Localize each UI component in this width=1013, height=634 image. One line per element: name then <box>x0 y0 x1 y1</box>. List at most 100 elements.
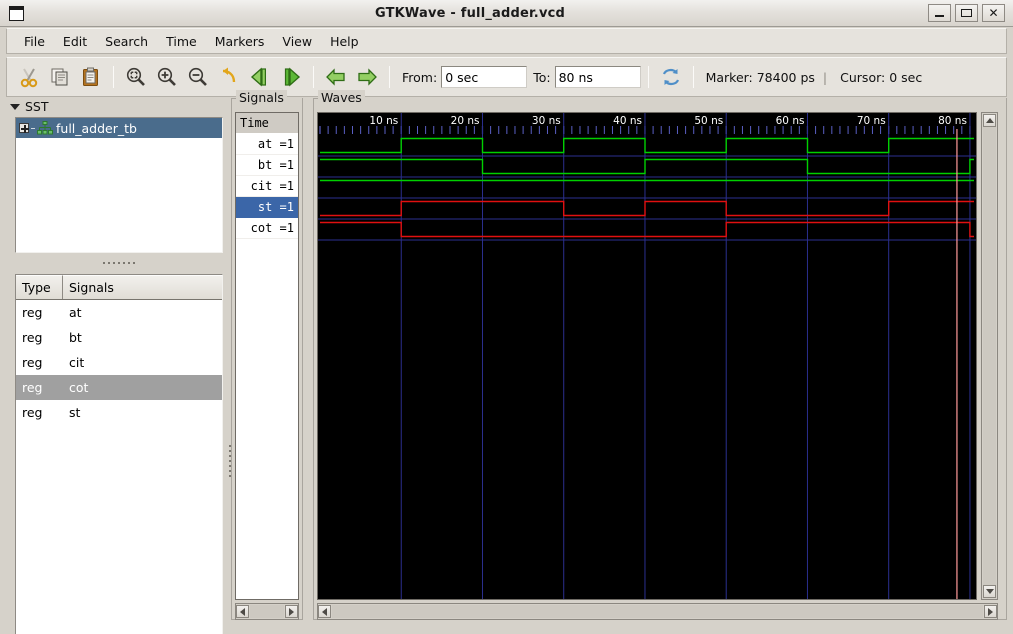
row-signal: cit <box>69 355 85 370</box>
row-type: reg <box>22 405 43 420</box>
zoom-fit-icon[interactable] <box>121 62 151 92</box>
from-label: From: <box>402 69 438 85</box>
status-separator: | <box>822 69 828 85</box>
menu-edit[interactable]: Edit <box>54 31 96 52</box>
svg-text:60 ns: 60 ns <box>776 115 805 127</box>
tree-item-full-adder-tb[interactable]: full_adder_tb <box>16 118 222 138</box>
signals-frame-title: Signals <box>236 90 287 105</box>
waves-scroll-down-button[interactable] <box>983 585 996 598</box>
waves-vertical-scrollbar[interactable] <box>981 112 998 600</box>
close-button[interactable]: ✕ <box>982 4 1005 22</box>
arrow-left-icon <box>240 607 245 616</box>
window-title: GTKWave - full_adder.vcd <box>374 5 566 21</box>
marker-status: Marker: 78400 ps <box>705 69 815 85</box>
wave-canvas[interactable]: 010 ns20 ns30 ns40 ns50 ns60 ns70 ns80 n… <box>317 112 977 600</box>
menu-markers[interactable]: Markers <box>206 31 274 52</box>
goto-start-icon[interactable] <box>245 62 275 92</box>
left-panel: SST full_adder_tb Type Signals reg at re… <box>6 98 231 634</box>
signal-row-cot[interactable]: cot =1 <box>236 218 298 239</box>
table-row[interactable]: reg st <box>16 400 222 425</box>
toolbar-separator-5 <box>692 66 694 88</box>
row-signal: st <box>69 405 81 420</box>
waves-pane: Waves 010 ns20 ns30 ns40 ns50 ns60 ns70 … <box>313 90 1007 628</box>
menu-search[interactable]: Search <box>96 31 157 52</box>
zoom-in-icon[interactable] <box>152 62 182 92</box>
table-row[interactable]: reg cit <box>16 350 222 375</box>
waves-horizontal-scrollbar[interactable] <box>317 603 998 620</box>
gtkwave-window: GTKWave - full_adder.vcd ✕ File Edit Sea… <box>0 0 1013 634</box>
tree-line <box>31 127 35 129</box>
signals-horizontal-scrollbar[interactable] <box>235 603 299 620</box>
row-signal: bt <box>69 330 82 345</box>
module-hierarchy-icon <box>37 121 53 135</box>
sst-header[interactable]: SST <box>6 98 228 115</box>
svg-text:70 ns: 70 ns <box>857 115 886 127</box>
maximize-button[interactable] <box>955 4 978 22</box>
svg-text:80 ns: 80 ns <box>938 115 967 127</box>
to-input[interactable]: 80 ns <box>554 66 641 88</box>
cut-icon[interactable] <box>14 62 44 92</box>
minimize-button[interactable] <box>928 4 951 22</box>
copy-icon[interactable] <box>45 62 75 92</box>
time-header: Time <box>236 113 298 134</box>
waves-frame-title: Waves <box>318 90 365 105</box>
waves-scroll-up-button[interactable] <box>983 114 996 127</box>
signal-row-at[interactable]: at =1 <box>236 134 298 155</box>
arrow-right-icon <box>988 607 993 616</box>
title-bar: GTKWave - full_adder.vcd ✕ <box>0 0 1013 27</box>
toolbar-separator-3 <box>389 66 390 88</box>
signals-scroll-left-button[interactable] <box>236 605 249 618</box>
arrow-right-icon <box>289 607 294 616</box>
next-edge-icon[interactable] <box>352 62 382 92</box>
row-type: reg <box>22 330 43 345</box>
arrow-up-icon <box>985 118 994 123</box>
row-type: reg <box>22 355 43 370</box>
from-input[interactable]: 0 sec <box>441 66 528 88</box>
maximize-icon <box>961 9 972 17</box>
svg-text:50 ns: 50 ns <box>694 115 723 127</box>
waves-vscroll-trough[interactable] <box>983 127 996 585</box>
prev-edge-icon[interactable] <box>321 62 351 92</box>
sst-tree[interactable]: full_adder_tb <box>15 117 223 253</box>
waves-scroll-right-button[interactable] <box>984 605 997 618</box>
svg-text:10 ns: 10 ns <box>369 115 398 127</box>
signal-row-cit[interactable]: cit =1 <box>236 176 298 197</box>
menu-time[interactable]: Time <box>157 31 206 52</box>
toolbar-separator-2 <box>313 66 314 88</box>
zoom-out-icon[interactable] <box>183 62 213 92</box>
signal-name-list[interactable]: Time at =1 bt =1 cit =1 st =1 cot =1 <box>235 112 299 600</box>
expand-plus-icon[interactable] <box>19 123 29 133</box>
table-row[interactable]: reg bt <box>16 325 222 350</box>
menu-file[interactable]: File <box>15 31 54 52</box>
signals-scrollbar-trough[interactable] <box>250 605 284 618</box>
waves-hscroll-trough[interactable] <box>332 605 983 618</box>
goto-end-icon[interactable] <box>276 62 306 92</box>
signals-scroll-right-button[interactable] <box>285 605 298 618</box>
arrow-left-icon <box>322 607 327 616</box>
pane-resize-grip-horizontal[interactable] <box>15 258 223 267</box>
reload-icon[interactable] <box>656 62 686 92</box>
row-signal: at <box>69 305 82 320</box>
table-row-selected[interactable]: reg cot <box>16 375 222 400</box>
tree-item-label: full_adder_tb <box>56 120 137 136</box>
menu-help[interactable]: Help <box>321 31 368 52</box>
row-type: reg <box>22 305 43 320</box>
toolbar-separator-1 <box>113 66 114 88</box>
signal-table-header: Type Signals <box>16 275 222 300</box>
window-icon <box>9 5 24 21</box>
column-header-type[interactable]: Type <box>16 275 63 299</box>
table-row[interactable]: reg at <box>16 300 222 325</box>
zoom-undo-icon[interactable] <box>214 62 244 92</box>
menu-view[interactable]: View <box>273 31 321 52</box>
column-header-signals[interactable]: Signals <box>63 275 222 299</box>
chevron-down-icon[interactable] <box>10 103 20 110</box>
toolbar-separator-4 <box>647 66 649 88</box>
toolbar: From: 0 sec To: 80 ns Marker: 78400 ps |… <box>6 57 1007 97</box>
svg-text:30 ns: 30 ns <box>532 115 561 127</box>
timing-diagram[interactable]: 010 ns20 ns30 ns40 ns50 ns60 ns70 ns80 n… <box>318 113 976 599</box>
signal-table[interactable]: Type Signals reg at reg bt reg cit reg c… <box>15 274 223 634</box>
paste-icon[interactable] <box>76 62 106 92</box>
signal-row-bt[interactable]: bt =1 <box>236 155 298 176</box>
waves-scroll-left-button[interactable] <box>318 605 331 618</box>
signal-row-st[interactable]: st =1 <box>236 197 298 218</box>
